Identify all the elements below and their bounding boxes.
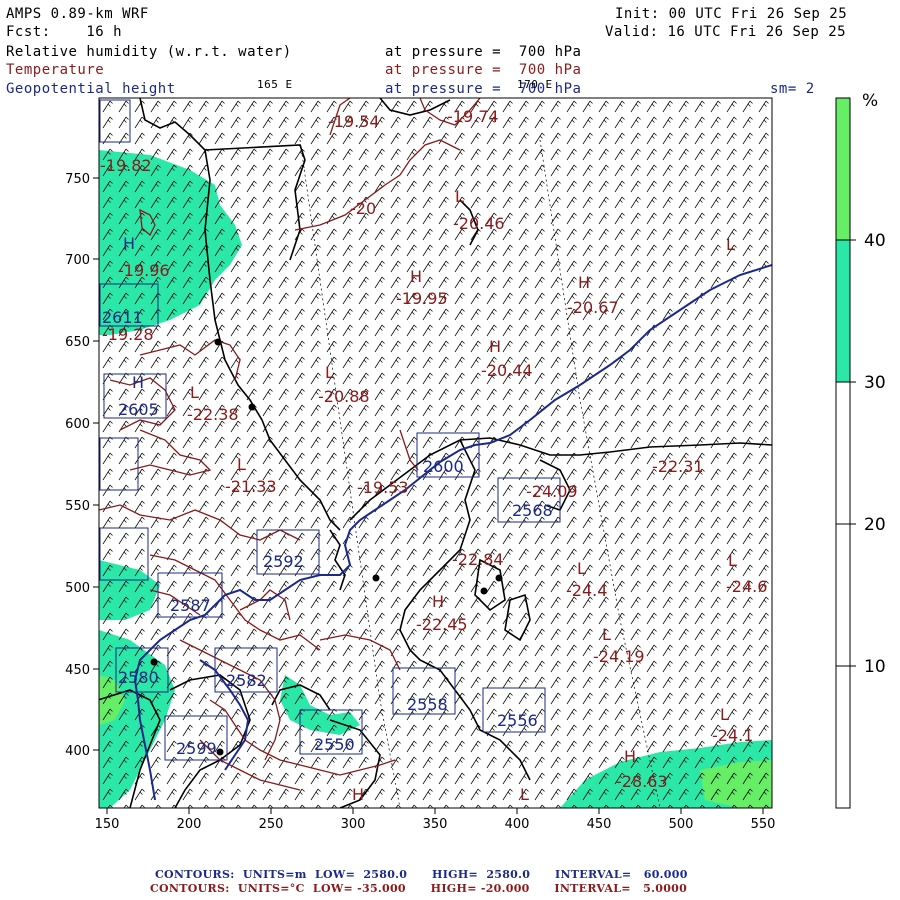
- height-label: 2605: [118, 400, 159, 419]
- x-tick-label: 250: [259, 817, 284, 832]
- temp-label: -24.4: [566, 581, 607, 600]
- station-dot: [248, 403, 256, 411]
- colorbar-segment-30-40: [836, 240, 850, 382]
- height-label: 2580: [118, 668, 159, 687]
- height-label: 2592: [263, 552, 304, 571]
- high-marker: H: [624, 747, 636, 766]
- height-label: 2558: [407, 695, 448, 714]
- x-tick-label: 450: [587, 817, 612, 832]
- temp-label: -19.28: [102, 325, 154, 344]
- colorbar-tick: 20: [864, 515, 886, 535]
- high-marker: H: [432, 592, 444, 611]
- station-dot: [480, 587, 488, 595]
- low-marker: L: [726, 235, 735, 254]
- low-marker: L: [455, 187, 464, 206]
- height-label: 2587: [170, 596, 211, 615]
- temp-label: -20: [350, 199, 376, 218]
- temp-label: -22.45: [416, 615, 468, 634]
- temp-label: -20.44: [481, 361, 533, 380]
- y-tick-label: 400: [65, 744, 90, 759]
- height-label: 2568: [512, 501, 553, 520]
- y-tick-label: 550: [65, 499, 90, 514]
- high-marker: H: [410, 267, 422, 286]
- x-tick-label: 350: [423, 817, 448, 832]
- temp-label: -22.84: [452, 550, 504, 569]
- temp-label: -19.96: [118, 261, 170, 280]
- colorbar-tick: 40: [864, 231, 886, 251]
- height-label: 2556: [497, 711, 538, 730]
- station-dot: [214, 338, 222, 346]
- y-axis-labels: 750 700 650 600 550 500 450 400: [65, 172, 90, 759]
- x-tick-label: 550: [751, 817, 776, 832]
- low-marker: L: [720, 705, 729, 724]
- temp-label: -24.19: [593, 647, 645, 666]
- low-marker: L: [728, 551, 737, 570]
- station-dot: [372, 574, 380, 582]
- temp-label: -24.6: [726, 577, 767, 596]
- x-tick-label: 200: [177, 817, 202, 832]
- high-marker: H: [578, 273, 590, 292]
- height-label: 2550: [314, 735, 355, 754]
- x-axis-labels: 150 200 250 300 350 400 450 500 550: [95, 817, 776, 832]
- temp-label: -22.31: [652, 457, 704, 476]
- temp-label: -24.1: [712, 726, 753, 745]
- temp-label: -20.67: [567, 298, 619, 317]
- x-axis-ticks: [106, 808, 764, 814]
- temp-label: -19.95: [396, 289, 448, 308]
- x-tick-label: 300: [341, 817, 366, 832]
- station-dot: [216, 748, 224, 756]
- temp-label: -19.82: [100, 156, 152, 175]
- footer-temperature-contours: CONTOURS: UNITS=°C LOW= -35.000 HIGH= -2…: [150, 882, 688, 895]
- y-tick-label: 500: [65, 581, 90, 596]
- temp-label: -28.63: [616, 772, 668, 791]
- station-dot: [150, 658, 158, 666]
- x-tick-label: 150: [95, 817, 120, 832]
- temp-label: -20.88: [318, 387, 370, 406]
- height-label: 2582: [226, 671, 267, 690]
- footer-height-contours: CONTOURS: UNITS=m LOW= 2580.0 HIGH= 2580…: [155, 868, 688, 881]
- station-dot: [495, 574, 503, 582]
- temp-label: -19.54: [328, 112, 380, 131]
- height-label: 2611: [102, 308, 143, 327]
- colorbar-segment-40plus: [836, 98, 850, 240]
- y-tick-label: 450: [65, 663, 90, 678]
- y-tick-label: 650: [65, 335, 90, 350]
- high-marker: H: [489, 337, 501, 356]
- temp-label: -21.33: [225, 477, 277, 496]
- height-label: 2599: [176, 739, 217, 758]
- x-tick-label: 500: [669, 817, 694, 832]
- low-marker: L: [577, 559, 586, 578]
- temp-label: -20.46: [453, 214, 505, 233]
- colorbar-tick: 30: [864, 373, 886, 393]
- temp-label: -24.09: [526, 482, 578, 501]
- low-marker: L: [325, 363, 334, 382]
- colorbar-tick: 10: [864, 657, 886, 677]
- y-tick-label: 700: [65, 253, 90, 268]
- low-marker: L: [520, 785, 529, 804]
- temp-label: -19.74: [447, 107, 499, 126]
- map-figure: -19.54 -19.74 -20 -20.46 -19.96 -19.95 -…: [65, 91, 886, 832]
- temp-label: -19.53: [357, 478, 409, 497]
- plot-area: -19.54 -19.74 -20 -20.46 -19.96 -19.95 -…: [99, 98, 772, 808]
- low-marker: L: [237, 455, 246, 474]
- colorbar-unit: %: [862, 91, 878, 111]
- colorbar-segment-below30: [836, 382, 850, 808]
- high-marker: H: [123, 234, 135, 253]
- colorbar: % 40 30 20 10: [835, 91, 886, 809]
- y-tick-label: 750: [65, 172, 90, 187]
- high-marker: H: [352, 785, 364, 804]
- x-tick-label: 400: [505, 817, 530, 832]
- low-marker: L: [190, 383, 199, 402]
- low-marker: L: [602, 625, 611, 644]
- height-label: 2600: [423, 457, 464, 476]
- y-tick-label: 600: [65, 417, 90, 432]
- y-axis-ticks: [93, 177, 99, 751]
- high-marker: H: [132, 373, 144, 392]
- temp-label: -22.38: [187, 405, 239, 424]
